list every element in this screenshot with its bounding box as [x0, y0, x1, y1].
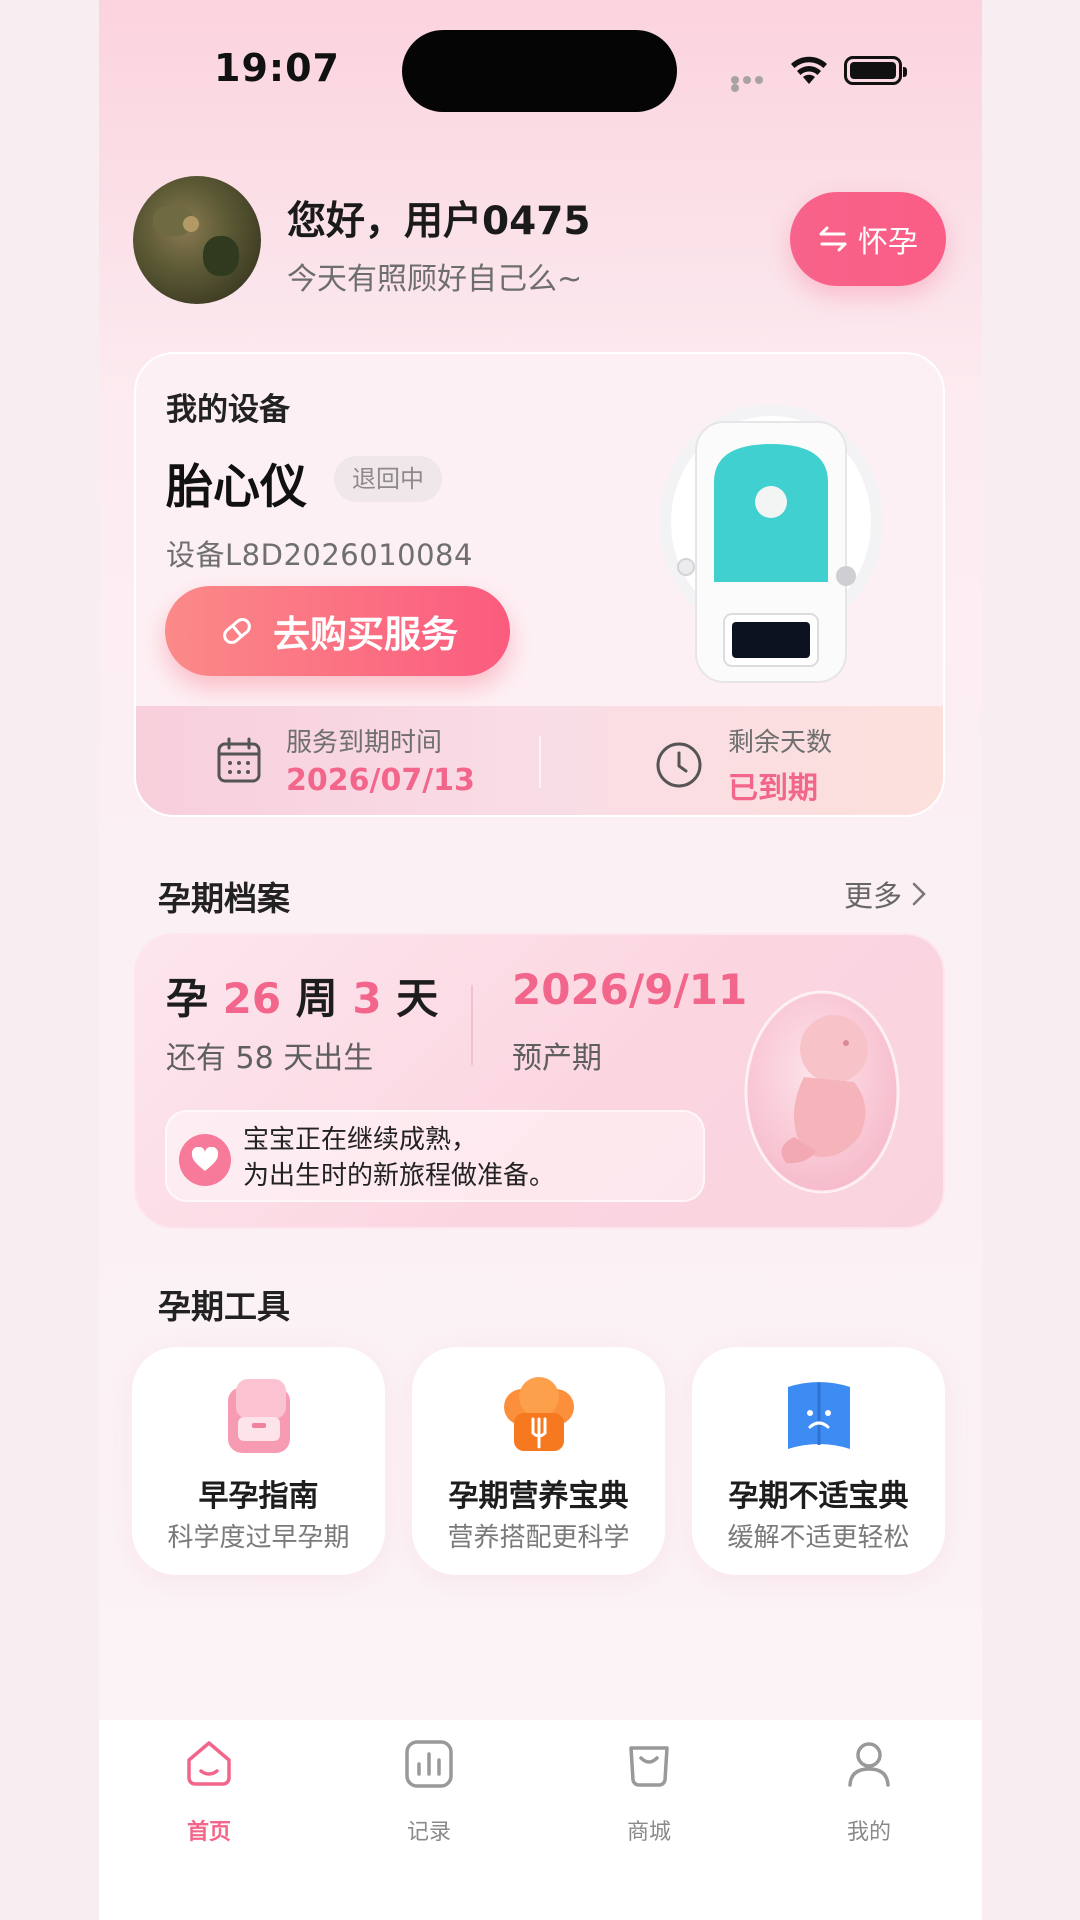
- remaining-value: 已到期: [728, 771, 818, 806]
- device-card[interactable]: 我的设备 胎心仪 退回中 设备L8D2026010084 去购买服务 服务到期时…: [134, 352, 945, 817]
- pill-icon: [223, 618, 251, 644]
- chart-icon: [405, 1740, 453, 1788]
- remaining-item: 剩余天数 已到期: [654, 722, 832, 807]
- tool-name: 孕期不适宝典: [728, 1479, 909, 1514]
- tab-label: 首页: [186, 1820, 231, 1845]
- tool-nutrition-guide[interactable]: 孕期营养宝典 营养搭配更科学: [412, 1347, 665, 1575]
- tab-label: 我的: [846, 1820, 891, 1845]
- tip-text: 宝宝正在继续成熟， 为出生时的新旅程做准备。: [243, 1125, 556, 1191]
- buy-service-button[interactable]: 去购买服务: [165, 586, 510, 676]
- card-divider: [471, 985, 473, 1065]
- days-until-birth: 还有 58 天出生: [166, 1041, 374, 1076]
- switch-stage-label: 怀孕: [858, 225, 918, 260]
- calendar-icon: [217, 737, 261, 783]
- tab-records[interactable]: 记录: [369, 1738, 489, 1846]
- tab-home[interactable]: 首页: [149, 1738, 269, 1846]
- battery-icon: [844, 56, 907, 85]
- dynamic-island: [402, 30, 677, 112]
- switch-stage-button[interactable]: 怀孕: [790, 192, 946, 286]
- expiry-label: 服务到期时间: [286, 728, 443, 758]
- wifi-icon: [791, 56, 827, 84]
- remaining-label: 剩余天数: [728, 728, 833, 758]
- baby-tip: 宝宝正在继续成熟， 为出生时的新旅程做准备。: [165, 1110, 705, 1202]
- buy-service-label: 去购买服务: [273, 613, 458, 656]
- clock-icon: [656, 742, 702, 787]
- tab-bar: 首页 记录 商城 我的: [99, 1720, 982, 1920]
- tab-mall[interactable]: 商城: [589, 1738, 709, 1846]
- person-icon: [848, 1742, 890, 1787]
- service-info-strip: 服务到期时间 2026/07/13 剩余天数 已到期: [136, 706, 943, 815]
- chevron-right-icon: [912, 882, 926, 906]
- blue-book-icon: [788, 1382, 850, 1449]
- tool-early-pregnancy-guide[interactable]: 早孕指南 科学度过早孕期: [132, 1347, 385, 1575]
- device-name: 胎心仪: [166, 460, 307, 515]
- profile-section-title: 孕期档案: [158, 879, 290, 918]
- device-serial: 设备L8D2026010084: [166, 538, 473, 572]
- tools-section-title: 孕期工具: [158, 1287, 290, 1326]
- due-date-label: 预产期: [512, 1041, 602, 1076]
- avatar[interactable]: [133, 176, 261, 304]
- tab-label: 商城: [626, 1820, 671, 1845]
- shopping-bag-icon: [629, 1746, 669, 1787]
- tool-desc: 科学度过早孕期: [167, 1523, 350, 1553]
- device-section-label: 我的设备: [166, 392, 290, 428]
- tool-name: 早孕指南: [198, 1479, 319, 1514]
- tab-mine[interactable]: 我的: [809, 1738, 929, 1846]
- tool-desc: 营养搭配更科学: [447, 1523, 630, 1553]
- expiry-value: 2026/07/13: [286, 763, 475, 798]
- app-screen: 19:07 您好，用户0475 今天有照顾好自己么~ 怀孕 我的设备 胎心仪 退…: [99, 0, 982, 1920]
- greeting-title: 您好，用户0475: [287, 199, 591, 244]
- tool-desc: 缓解不适更轻松: [727, 1523, 910, 1553]
- status-bar: 19:07: [99, 0, 982, 140]
- signal-icon: [731, 76, 777, 92]
- tool-name: 孕期营养宝典: [448, 1479, 629, 1514]
- tool-discomfort-guide[interactable]: 孕期不适宝典 缓解不适更轻松: [692, 1347, 945, 1575]
- tab-label: 记录: [406, 1820, 451, 1845]
- fetus-illustration: [744, 990, 900, 1194]
- home-icon: [187, 1741, 231, 1786]
- status-badge: 退回中: [334, 456, 442, 502]
- status-time: 19:07: [214, 46, 340, 90]
- more-link[interactable]: 更多: [844, 873, 926, 915]
- expiry-item: 服务到期时间 2026/07/13: [216, 722, 475, 798]
- chef-hat-icon: [504, 1377, 574, 1451]
- pregnancy-card[interactable]: 孕 26 周 3 天 还有 58 天出生 2026/9/11 预产期 宝宝正在继…: [134, 933, 945, 1229]
- greeting-subtitle: 今天有照顾好自己么~: [287, 262, 583, 297]
- more-label: 更多: [844, 879, 903, 913]
- fetal-doppler-image: [659, 404, 883, 683]
- due-date: 2026/9/11: [512, 965, 748, 1014]
- strip-divider: [539, 736, 541, 788]
- heart-icon: [179, 1134, 231, 1186]
- weeks-value: 26: [222, 974, 282, 1023]
- pink-backpack-icon: [228, 1379, 290, 1453]
- swap-icon: [819, 226, 847, 252]
- pregnancy-week: 孕 26 周 3 天: [166, 974, 439, 1023]
- days-value: 3: [352, 974, 382, 1023]
